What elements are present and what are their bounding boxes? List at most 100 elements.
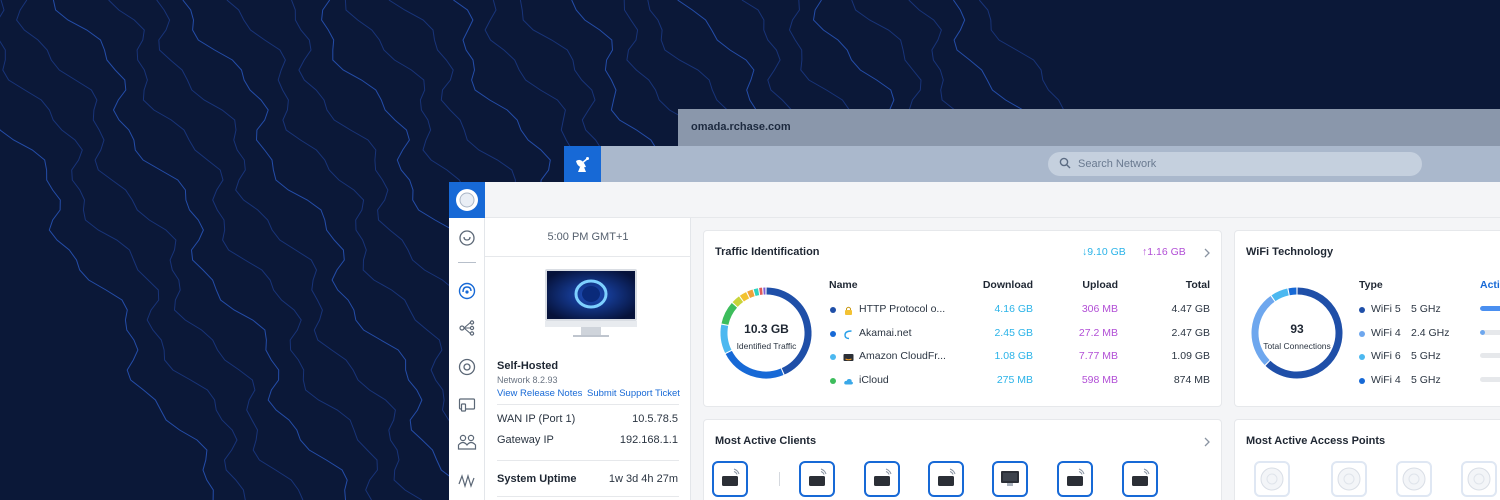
- wan-ip-label: WAN IP (Port 1): [497, 413, 576, 425]
- wireless-device-icon: [1132, 468, 1150, 486]
- donut-segment[interactable]: [1288, 287, 1297, 296]
- sidebar-item-devices[interactable]: [457, 357, 477, 377]
- current-time: 5:00 PM GMT+1: [547, 231, 629, 243]
- activity-bar-fill: [1480, 329, 1486, 335]
- app-header: Search Network: [564, 146, 1500, 182]
- donut-segment[interactable]: [1271, 288, 1289, 302]
- client-device-tile[interactable]: [1057, 461, 1093, 497]
- browser-address-bar[interactable]: omada.rchase.com: [678, 109, 1500, 147]
- divider: [497, 460, 679, 461]
- activity-bar: [1480, 376, 1500, 382]
- cloud-icon: [843, 374, 854, 392]
- access-point-icon: [1337, 467, 1361, 491]
- donut-center-value: 93: [1290, 322, 1304, 336]
- app-name: HTTP Protocol o...: [859, 303, 946, 315]
- wifi-generation: WiFi 4: [1371, 326, 1401, 339]
- download-value: 4.16 GB: [994, 303, 1033, 315]
- access-point-tile[interactable]: [1396, 461, 1432, 497]
- divider: [485, 256, 691, 257]
- donut-segment[interactable]: [753, 288, 760, 296]
- wifi-band: 5 GHz: [1411, 303, 1441, 315]
- search-icon: [1059, 157, 1071, 169]
- upload-value: 306 MB: [1081, 303, 1118, 315]
- sidebar-item-statistics[interactable]: [457, 471, 477, 491]
- app-name: Amazon CloudFr...: [859, 350, 946, 362]
- sidebar-item-users[interactable]: [457, 432, 477, 452]
- legend-dot: [1359, 377, 1365, 384]
- activity-bar: [1480, 353, 1500, 358]
- disc-icon: [458, 358, 476, 376]
- client-device-tile[interactable]: [712, 461, 748, 497]
- access-point-icon: [1467, 467, 1491, 491]
- support-ticket-link[interactable]: Submit Support Ticket: [587, 388, 680, 399]
- url-text: omada.rchase.com: [691, 121, 791, 133]
- card-title: Most Active Clients: [715, 435, 817, 447]
- wan-ip-value: 10.5.78.5: [632, 413, 678, 425]
- access-point-tile[interactable]: [1331, 461, 1367, 497]
- card-title: Most Active Access Points: [1246, 435, 1386, 447]
- upload-value: 598 MB: [1081, 373, 1118, 386]
- download-value: 2.45 GB: [994, 326, 1033, 339]
- legend-dot: [830, 330, 836, 337]
- sidebar-item-insights[interactable]: [457, 281, 477, 301]
- donut-segment[interactable]: [747, 289, 755, 298]
- chevron-right-icon[interactable]: [1203, 437, 1211, 447]
- access-point-tile[interactable]: [1254, 461, 1290, 497]
- client-device-tile[interactable]: [799, 461, 835, 497]
- wifi-band: 5 GHz: [1411, 373, 1441, 386]
- legend-dot: [1359, 307, 1365, 313]
- col-activity[interactable]: Acti: [1480, 279, 1500, 291]
- users-group-icon: [457, 434, 477, 450]
- total-value: 4.47 GB: [1171, 303, 1210, 315]
- divider: [497, 404, 679, 405]
- upload-value: 7.77 MB: [1078, 350, 1118, 362]
- chevron-right-icon[interactable]: [1203, 248, 1211, 258]
- app-name: iCloud: [859, 373, 889, 386]
- gateway-ip-label: Gateway IP: [497, 434, 554, 446]
- device-ring-icon: [456, 189, 478, 211]
- search-input[interactable]: Search Network: [1048, 152, 1422, 176]
- client-device-tile[interactable]: [864, 461, 900, 497]
- gauge-icon: [459, 230, 475, 246]
- card-title: WiFi Technology: [1246, 246, 1334, 258]
- legend-dot: [830, 307, 836, 313]
- donut-segment[interactable]: [732, 296, 744, 307]
- legend-dot: [1359, 330, 1365, 337]
- col-download: Download: [982, 279, 1033, 291]
- client-device-tile[interactable]: [928, 461, 964, 497]
- client-device-tile[interactable]: [992, 461, 1028, 497]
- access-point-tile[interactable]: [1461, 461, 1497, 497]
- activity-bar-fill: [1480, 306, 1500, 311]
- sidebar-item-dashboard[interactable]: [457, 228, 477, 248]
- client-device-tile[interactable]: [1122, 461, 1158, 497]
- download-total: ↓9.10 GB: [1082, 246, 1126, 258]
- satellite-dish-logo-icon[interactable]: [564, 146, 601, 182]
- wireless-device-icon: [1067, 468, 1085, 486]
- sidebar-item-home[interactable]: [449, 182, 485, 218]
- top-strip: [485, 182, 1500, 218]
- wifi-band: 5 GHz: [1411, 350, 1441, 362]
- divider: [497, 496, 679, 497]
- app-name: Akamai.net: [859, 326, 912, 339]
- most-active-clients-card: Most Active Clients: [703, 419, 1222, 500]
- donut-segment[interactable]: [739, 292, 750, 302]
- download-value: 1.08 GB: [994, 350, 1033, 362]
- col-name: Name: [829, 279, 858, 291]
- total-value: 2.47 GB: [1171, 326, 1210, 339]
- wifi-generation: WiFi 4: [1371, 373, 1401, 386]
- gateway-ip-value: 192.168.1.1: [619, 434, 678, 446]
- wireless-device-icon: [938, 468, 956, 486]
- divider: [779, 472, 780, 486]
- traffic-identification-card: Traffic Identification ↓9.10 GB ↑1.16 GB…: [703, 230, 1222, 407]
- access-point-icon: [1260, 467, 1284, 491]
- donut-segment[interactable]: [725, 350, 784, 379]
- sidebar-item-topology[interactable]: [457, 318, 477, 338]
- sidebar-item-clients[interactable]: [457, 395, 477, 415]
- network-version: Network 8.2.93: [497, 375, 558, 385]
- sidebar-divider: [458, 262, 476, 263]
- wifi-technology-card: WiFi Technology 93 Total Connections Typ…: [1234, 230, 1500, 407]
- sidebar: [449, 182, 485, 500]
- radar-icon: [458, 282, 476, 300]
- donut-center-label: Total Connections: [1263, 341, 1331, 351]
- release-notes-link[interactable]: View Release Notes: [497, 388, 582, 399]
